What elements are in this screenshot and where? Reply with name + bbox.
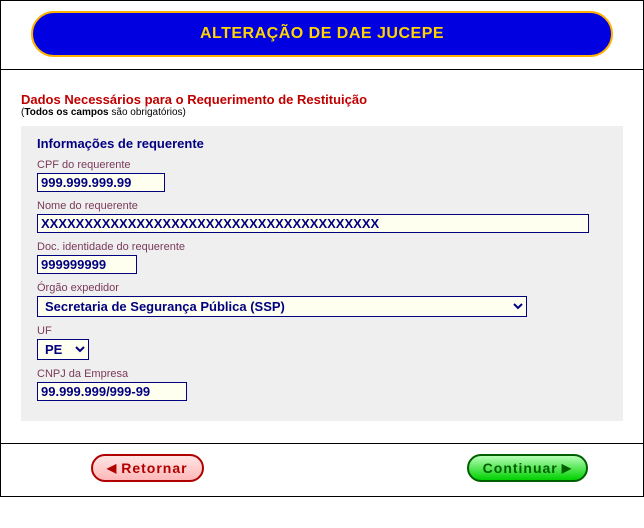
cpf-label: CPF do requerente	[37, 159, 611, 171]
triangle-left-icon: ◀	[107, 462, 117, 474]
form-panel: Informações de requerente CPF do requere…	[21, 126, 623, 421]
page-title: ALTERAÇÃO DE DAE JUCEPE	[31, 11, 613, 57]
doc-input[interactable]	[37, 255, 137, 274]
cnpj-input[interactable]	[37, 382, 187, 401]
uf-select[interactable]: PE	[37, 339, 89, 360]
doc-label: Doc. identidade do requerente	[37, 241, 611, 253]
orgao-select[interactable]: Secretaria de Segurança Pública (SSP)	[37, 296, 527, 317]
uf-label: UF	[37, 325, 611, 337]
cnpj-label: CNPJ da Empresa	[37, 368, 611, 380]
section-title: Dados Necessários para o Requerimento de…	[21, 92, 623, 107]
nome-input[interactable]	[37, 214, 589, 233]
orgao-label: Órgão expedidor	[37, 282, 611, 294]
back-button-label: Retornar	[121, 460, 187, 476]
nome-label: Nome do requerente	[37, 200, 611, 212]
continue-button-label: Continuar	[483, 460, 558, 476]
continue-button[interactable]: Continuar ▶	[467, 454, 588, 482]
group-title: Informações de requerente	[37, 136, 611, 151]
cpf-input[interactable]	[37, 173, 165, 192]
triangle-right-icon: ▶	[562, 462, 572, 474]
back-button[interactable]: ◀ Retornar	[91, 454, 204, 482]
section-note: (Todos os campos são obrigatórios)	[21, 107, 623, 118]
